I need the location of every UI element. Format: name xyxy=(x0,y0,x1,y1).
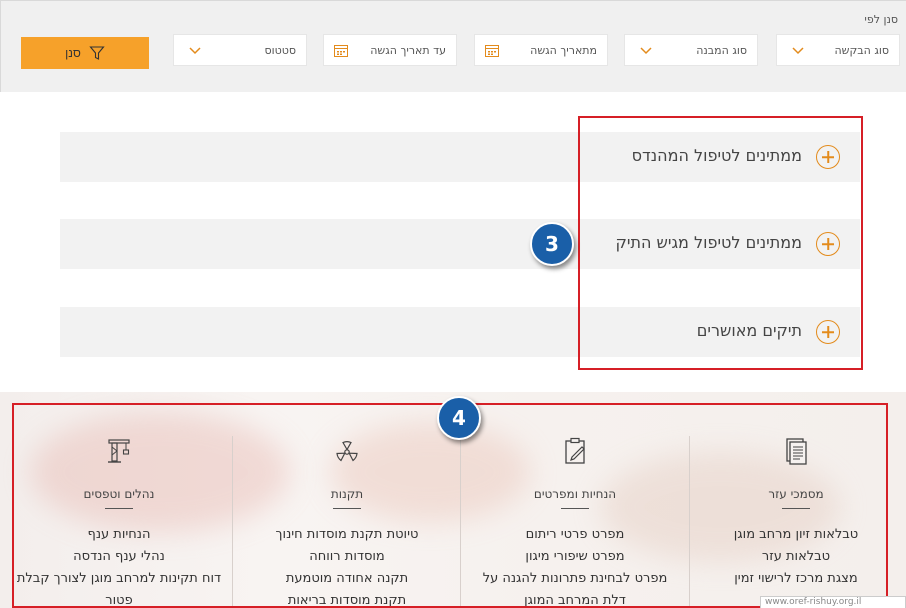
calendar-icon xyxy=(485,45,499,57)
filter-button-label: סנן xyxy=(65,46,81,60)
page: סנן לפי סוג הבקשה סוג המבנה מתאריך הגשה … xyxy=(0,0,906,608)
building-type-label: סוג המבנה xyxy=(696,44,747,57)
chevron-down-icon xyxy=(792,47,804,55)
from-date-field[interactable]: מתאריך הגשה xyxy=(474,34,608,66)
to-date-field[interactable]: עד תאריך הגשה xyxy=(323,34,457,66)
from-date-label: מתאריך הגשה xyxy=(530,44,597,57)
building-type-select[interactable]: סוג המבנה xyxy=(624,34,758,66)
request-type-select[interactable]: סוג הבקשה xyxy=(776,34,900,66)
chevron-down-icon xyxy=(640,47,652,55)
request-type-label: סוג הבקשה xyxy=(834,44,890,57)
annotation-badge-4: 4 xyxy=(437,396,481,440)
annotation-badge-3: 3 xyxy=(530,222,574,266)
annotation-highlight-box xyxy=(578,116,863,370)
status-select[interactable]: סטטוס xyxy=(173,34,307,66)
calendar-icon xyxy=(334,45,348,57)
status-bar-url: www.oref-rishuy.org.il xyxy=(760,596,906,608)
chevron-down-icon xyxy=(189,47,201,55)
filter-button[interactable]: סנן xyxy=(21,37,149,69)
funnel-icon xyxy=(89,46,105,60)
filter-bar: סנן לפי סוג הבקשה סוג המבנה מתאריך הגשה … xyxy=(0,0,906,92)
status-label: סטטוס xyxy=(264,44,296,57)
to-date-label: עד תאריך הגשה xyxy=(370,44,446,57)
filter-by-label: סנן לפי xyxy=(864,13,898,26)
